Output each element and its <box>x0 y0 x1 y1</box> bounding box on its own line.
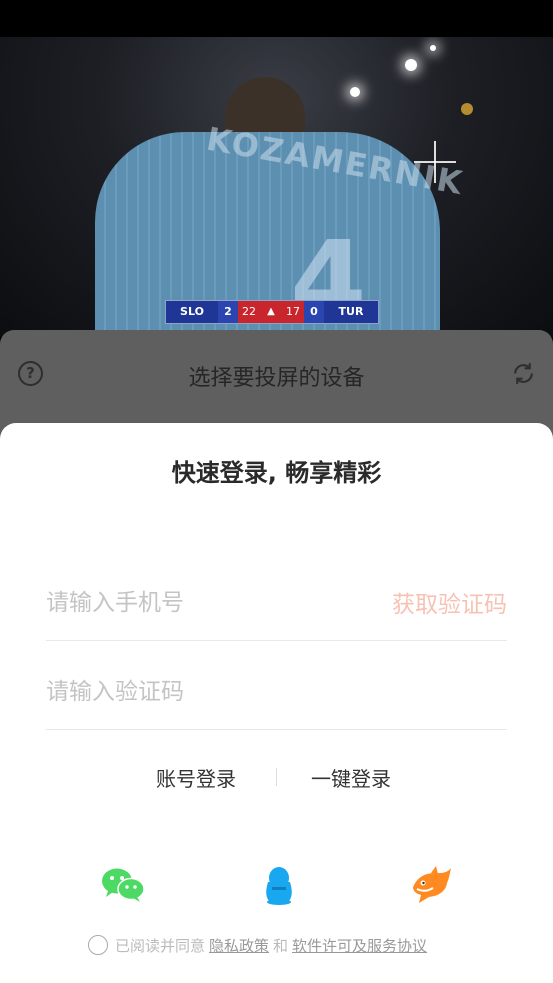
shark-icon[interactable] <box>408 865 454 905</box>
right-points: 17 <box>282 301 304 323</box>
wechat-icon[interactable] <box>100 865 146 905</box>
left-sets: 2 <box>218 301 238 323</box>
license-link[interactable]: 软件许可及服务协议 <box>292 935 427 956</box>
agree-text: 已阅读并同意 <box>115 936 206 955</box>
code-input[interactable] <box>46 672 366 712</box>
privacy-policy-link[interactable]: 隐私政策 <box>209 935 269 956</box>
cast-header: ? 选择要投屏的设备 <box>0 330 553 420</box>
left-points: 22 <box>238 301 260 323</box>
stadium-light <box>430 45 436 51</box>
status-bar <box>0 0 553 37</box>
qq-icon[interactable] <box>256 865 302 905</box>
league-logo-icon: ▲ <box>260 301 282 323</box>
right-sets: 0 <box>304 301 324 323</box>
login-mode-switch: 账号登录 一键登录 <box>0 763 553 793</box>
phone-input[interactable] <box>46 583 366 623</box>
stadium-light <box>350 87 360 97</box>
video-player[interactable]: KOZAMERNIK 4 SLO 2 22 ▲ 17 0 TUR <box>0 37 553 337</box>
left-team: SLO <box>166 301 218 323</box>
cast-title: 选择要投屏的设备 <box>188 366 365 391</box>
get-code-button[interactable]: 获取验证码 <box>392 585 507 619</box>
account-login-button[interactable]: 账号登录 <box>156 763 236 792</box>
right-team: TUR <box>324 301 378 323</box>
scoreboard: SLO 2 22 ▲ 17 0 TUR <box>165 300 379 324</box>
login-title: 快速登录, 畅享精彩 <box>171 459 382 487</box>
onekey-login-button[interactable]: 一键登录 <box>311 763 391 792</box>
code-field <box>46 660 507 730</box>
refresh-icon[interactable] <box>511 361 536 386</box>
login-sheet: 快速登录, 畅享精彩 获取验证码 账号登录 一键登录 已阅读并同意 <box>0 423 553 983</box>
phone-field: 获取验证码 <box>46 571 507 641</box>
broadcaster-logo <box>452 103 482 129</box>
divider <box>276 768 277 786</box>
agree-checkbox[interactable] <box>88 935 108 955</box>
stadium-light <box>405 59 417 71</box>
and-text: 和 <box>273 936 289 955</box>
agreement-row: 已阅读并同意 隐私政策 和 软件许可及服务协议 <box>88 933 431 957</box>
